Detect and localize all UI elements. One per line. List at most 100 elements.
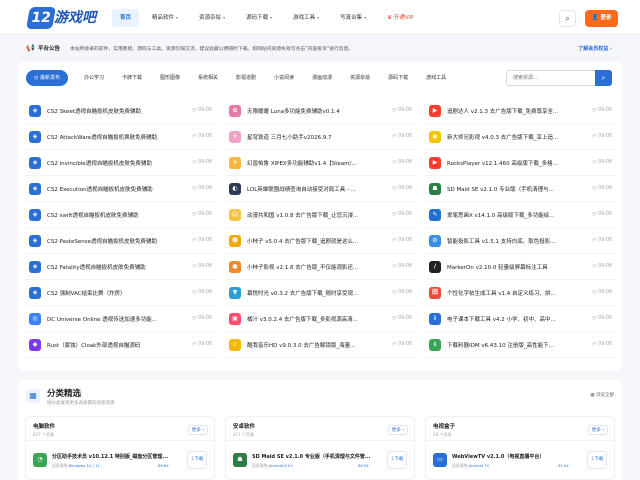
list-item[interactable]: ⚙ 智能投影工具 v1.5.1 支持白底、取色投影... ◷ 09-08 <box>426 228 616 254</box>
tab-10[interactable]: 游戏工具 <box>426 70 446 86</box>
list-item[interactable]: ◈ CS2 AttackWare透视自瞄扳机换肤免费辅助 ◷ 09-08 <box>26 124 216 150</box>
card-more-button[interactable]: 更多 › <box>387 425 408 435</box>
list-item-title[interactable]: SD Maid SE v2.1.0 专业版（手机清理与... <box>447 185 587 193</box>
list-item[interactable]: ▶ RocksPlayer v12.1.460 高级版下载_多格... ◷ 09-08 <box>426 150 616 176</box>
nav-item-3[interactable]: 源码下载 ▾ <box>238 9 280 27</box>
browse-all-link[interactable]: ▦ 浏览全部 <box>590 392 614 398</box>
list-item[interactable]: ⇩ 电子课本下载工具 v4.2 小学、初中、高中... ◷ 09-08 <box>426 306 616 332</box>
search-icon: ⌕ <box>565 14 570 23</box>
list-item[interactable]: ☗ SD Maid SE v2.1.0 专业版（手机清理与... ◷ 09-08 <box>426 176 616 202</box>
list-item[interactable]: ✿ 无限暖暖 Luna多功能免费辅助v0.1.4 ◷ 09-08 <box>226 98 416 124</box>
list-item[interactable]: 田个性化字帖生成工具 v1.4 自定义练习、拼... ◷ 09-08 <box>426 280 616 306</box>
card-item[interactable]: ☗ SD Maid SE v2.1.0 专业版（手机清理与文件管... 适用系统 A… <box>233 451 407 471</box>
list-item-title[interactable]: 电子课本下载工具 v4.2 小学、初中、高中... <box>447 315 587 323</box>
tab-6[interactable]: 小说阅读 <box>274 70 294 86</box>
list-item-title[interactable]: 追剧达人 v2.1.3 去广告版下载_免费尊享全... <box>447 107 587 115</box>
list-item[interactable]: ✎ 爱笔思画X v14.1.0 高级版下载_多功能绘... ◷ 09-08 <box>426 202 616 228</box>
nav-item-2[interactable]: 资源杂烩 ▾ <box>191 9 233 27</box>
tab-7[interactable]: 漫画动漫 <box>312 70 332 86</box>
list-item-title[interactable]: 小柿子影视 v2.1.8 去广告版_不仅能观影还... <box>247 263 387 271</box>
category-tabs: ◷ 最新发布 办公学习 卡牌下载 图形图像 系统相关 影视追剧 小说阅读 漫画动漫 资源杂烩 源码… <box>26 70 464 86</box>
list-item[interactable]: ♪ 酷我音乐HD v9.0.3.0 去广告解锁版_海量... ◷ 09-08 <box>226 332 416 358</box>
list-item[interactable]: ◈ CS2 强制VAC结束比赛（炸房） ◷ 09-08 <box>26 280 216 306</box>
tab-9[interactable]: 源码下载 <box>388 70 408 86</box>
list-item-title[interactable]: 动漫共和国 v1.0.8 去广告版下载_让您沉浸... <box>247 211 387 219</box>
card-item-title[interactable]: 分区助手技术员 v10.12.1 特别版_磁盘分区管理... <box>52 453 184 460</box>
nav-item-6[interactable]: ♛ 开通VIP <box>379 9 421 27</box>
list-item-title[interactable]: CS2 强制VAC结束比赛（炸房） <box>47 289 187 297</box>
list-item[interactable]: ▣ 橘汁 v3.0.2.4 去广告版下载_多影视源高清... ◷ 09-08 <box>226 306 416 332</box>
download-button[interactable]: ⇩下载 <box>187 451 207 469</box>
list-item-title[interactable]: 酷我音乐HD v9.0.3.0 去广告解锁版_海量... <box>247 341 387 349</box>
list-item-title[interactable]: 无限暖暖 Luna多功能免费辅助v0.1.4 <box>247 107 387 115</box>
list-item[interactable]: ◈ CS2 PasteSense透视自瞄扳机皮肤免费辅助 ◷ 09-08 <box>26 228 216 254</box>
card-item-title[interactable]: SD Maid SE v2.1.0 专业版（手机清理与文件管... <box>252 453 384 460</box>
vip-benefits-link[interactable]: 了解会员权益 › <box>578 45 612 52</box>
list-item[interactable]: ⇓ 下载利器IDM v6.43.10 注册版_高性能下... ◷ 09-08 <box>426 332 616 358</box>
list-item-title[interactable]: CS2 AttackWare透视自瞄扳机换肤免费辅助 <box>47 133 187 141</box>
tab-3[interactable]: 图形图像 <box>160 70 180 86</box>
tab-5[interactable]: 影视追剧 <box>236 70 256 86</box>
login-button[interactable]: 👤 登录 <box>585 10 618 27</box>
list-item-title[interactable]: 幕悦时光 v0.3.2 去广告版下载_随时享受观... <box>247 289 387 297</box>
tab-8[interactable]: 资源杂烩 <box>350 70 370 86</box>
list-item-title[interactable]: CS2 Fatality透视自瞄扳机皮肤免费辅助 <box>47 263 187 271</box>
list-item-title[interactable]: MarkerOn v2.10.0 轻量级屏幕标注工具 <box>447 263 587 271</box>
list-item[interactable]: ☺ 动漫共和国 v1.0.8 去广告版下载_让您沉浸... ◷ 09-08 <box>226 202 416 228</box>
list-item[interactable]: ✦ 星穹铁道 三月七小助手v2026.9.7 ◷ 09-08 <box>226 124 416 150</box>
card-item[interactable]: ◔ 分区助手技术员 v10.12.1 特别版_磁盘分区管理... 适用系统 Wind… <box>33 451 207 471</box>
list-item[interactable]: ◆ Rust（腐蚀）Cloak外部透视自瞄源码 ◷ 09-08 <box>26 332 216 358</box>
list-item[interactable]: ☻ 小柿子 v5.0.4 去广告版下载_追剧就是这么... ◷ 09-08 <box>226 228 416 254</box>
download-button[interactable]: ⇩下载 <box>387 451 407 469</box>
list-item[interactable]: ▼ 幕悦时光 v0.3.2 去广告版下载_随时享受观... ◷ 09-08 <box>226 280 416 306</box>
card-more-button[interactable]: 更多 › <box>587 425 608 435</box>
list-item[interactable]: ◉ 新大师兄影视 v4.0.3 去广告版下载_享上追... ◷ 09-08 <box>426 124 616 150</box>
list-item-title[interactable]: CS2 Skeet透视自瞄扳机皮肤免费辅助 <box>47 107 187 115</box>
list-item-title[interactable]: DC Universe Online 透视传送加速多功能... <box>47 315 187 323</box>
list-item-title[interactable]: CS2 invincible透视自瞄扳机皮肤免费辅助 <box>47 159 187 167</box>
list-item-title[interactable]: 新大师兄影视 v4.0.3 去广告版下载_享上追... <box>447 133 587 141</box>
nav-item-0[interactable]: 首页 <box>112 9 140 27</box>
list-item-title[interactable]: CS2 Execution透视自瞄扳机皮肤免费辅助 <box>47 185 187 193</box>
list-item-title[interactable]: 下载利器IDM v6.43.10 注册版_高性能下... <box>447 341 587 349</box>
app-icon: ∕ <box>429 260 441 273</box>
list-item[interactable]: ◈ CS2 swift透视自瞄扳机皮肤免费辅助 ◷ 09-08 <box>26 202 216 228</box>
list-item-title[interactable]: Rust（腐蚀）Cloak外部透视自瞄源码 <box>47 341 187 349</box>
list-item-title[interactable]: CS2 swift透视自瞄扳机皮肤免费辅助 <box>47 211 187 219</box>
list-item-title[interactable]: 个性化字帖生成工具 v1.4 自定义练习、拼... <box>447 289 587 297</box>
list-item[interactable]: ∕ MarkerOn v2.10.0 轻量级屏幕标注工具 ◷ 09-08 <box>426 254 616 280</box>
site-logo[interactable]: 12 游戏吧 <box>26 7 103 29</box>
list-item[interactable]: ✶ 幻兽帕鲁 XIPEX多功能辅助v1.4【Steam/... ◷ 09-08 <box>226 150 416 176</box>
list-item-title[interactable]: 小柿子 v5.0.4 去广告版下载_追剧就是这么... <box>247 237 387 245</box>
list-item-title[interactable]: RocksPlayer v12.1.460 高级版下载_多格... <box>447 159 587 167</box>
download-button[interactable]: ⇩下载 <box>587 451 607 469</box>
list-item-title[interactable]: 橘汁 v3.0.2.4 去广告版下载_多影视源高清... <box>247 315 387 323</box>
list-item[interactable]: ● 小柿子影视 v2.1.8 去广告版_不仅能观影还... ◷ 09-08 <box>226 254 416 280</box>
tab-4[interactable]: 系统相关 <box>198 70 218 86</box>
panel-search-button[interactable]: ⌕ <box>595 70 612 86</box>
list-item-title[interactable]: 幻兽帕鲁 XIPEX多功能辅助v1.4【Steam/... <box>247 159 387 167</box>
list-item[interactable]: ▶ 追剧达人 v2.1.3 去广告版下载_免费尊享全... ◷ 09-08 <box>426 98 616 124</box>
list-item[interactable]: ◈ CS2 Fatality透视自瞄扳机皮肤免费辅助 ◷ 09-08 <box>26 254 216 280</box>
list-item[interactable]: ◐ LOL英雄联盟战绩查询自动接受对局工具 - ... ◷ 09-08 <box>226 176 416 202</box>
nav-item-1[interactable]: 精品软件 ▾ <box>144 9 186 27</box>
list-item[interactable]: ◎ DC Universe Online 透视传送加速多功能... ◷ 09-08 <box>26 306 216 332</box>
list-item-title[interactable]: LOL英雄联盟战绩查询自动接受对局工具 - ... <box>247 185 387 193</box>
tab-2[interactable]: 卡牌下载 <box>122 70 142 86</box>
nav-item-4[interactable]: 游戏工具 ▾ <box>285 9 327 27</box>
header-search-button[interactable]: ⌕ <box>559 10 576 27</box>
card-item-title[interactable]: WebViewTV v2.1.0（电视直播平台） <box>452 453 584 460</box>
card-more-button[interactable]: 更多 › <box>187 425 208 435</box>
panel-search-input[interactable] <box>507 71 595 85</box>
list-item-title[interactable]: 星穹铁道 三月七小助手v2026.9.7 <box>247 133 387 141</box>
card-item[interactable]: ▭ WebViewTV v2.1.0（电视直播平台） 适用系统 Android TV… <box>433 451 607 471</box>
tab-0[interactable]: ◷ 最新发布 <box>26 70 68 86</box>
tab-1[interactable]: 办公学习 <box>84 70 104 86</box>
list-item[interactable]: ◈ CS2 Skeet透视自瞄扳机皮肤免费辅助 ◷ 09-08 <box>26 98 216 124</box>
nav-item-5[interactable]: 写真合集 ▾ <box>332 9 374 27</box>
list-item[interactable]: ◈ CS2 invincible透视自瞄扳机皮肤免费辅助 ◷ 09-08 <box>26 150 216 176</box>
list-item-title[interactable]: 爱笔思画X v14.1.0 高级版下载_多功能绘... <box>447 211 587 219</box>
list-item-title[interactable]: CS2 PasteSense透视自瞄扳机皮肤免费辅助 <box>47 237 187 245</box>
list-item-title[interactable]: 智能投影工具 v1.5.1 支持白底、取色投影... <box>447 237 587 245</box>
list-item[interactable]: ◈ CS2 Execution透视自瞄扳机皮肤免费辅助 ◷ 09-08 <box>26 176 216 202</box>
